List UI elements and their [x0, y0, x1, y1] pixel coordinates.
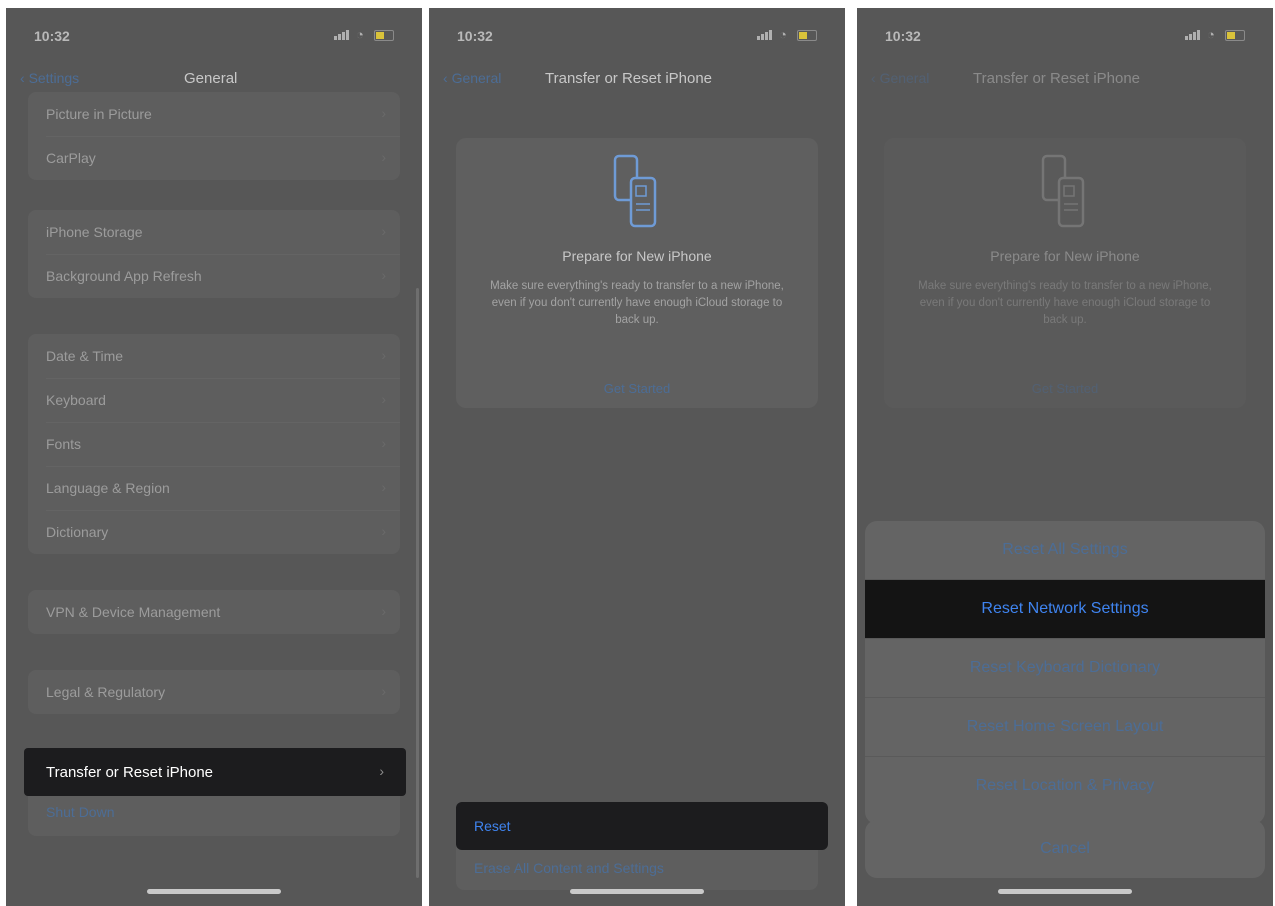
list-item[interactable]: CarPlay ›	[28, 136, 400, 180]
phones-transfer-icon	[613, 154, 657, 228]
settings-group: Legal & Regulatory ›	[28, 670, 400, 714]
phone-screen-general: 10:32 ◔ ‹ Settings General Picture in Pi…	[6, 8, 422, 906]
battery-icon	[1225, 30, 1245, 41]
chevron-right-icon: ›	[381, 105, 386, 121]
get-started-link[interactable]: Get Started	[884, 381, 1246, 396]
get-started-link[interactable]: Get Started	[456, 381, 818, 396]
home-indicator	[998, 889, 1132, 894]
status-time: 10:32	[457, 28, 493, 44]
chevron-right-icon: ›	[381, 149, 386, 165]
phones-transfer-icon	[1041, 154, 1085, 228]
back-button[interactable]: ‹ General	[443, 70, 501, 86]
phone-screen-transfer-reset: 10:32 ◔ ‹ General Transfer or Reset iPho…	[429, 8, 845, 906]
wifi-icon: ◔	[356, 27, 364, 42]
status-icons: ◔	[1185, 28, 1249, 42]
list-item[interactable]: iPhone Storage ›	[28, 210, 400, 254]
list-item[interactable]: Fonts ›	[28, 422, 400, 466]
home-indicator	[570, 889, 704, 894]
list-item[interactable]: VPN & Device Management ›	[28, 590, 400, 634]
prepare-card: Prepare for New iPhone Make sure everyth…	[884, 138, 1246, 408]
reset-action-sheet: Reset All Settings Reset Network Setting…	[865, 521, 1265, 824]
settings-group: VPN & Device Management ›	[28, 590, 400, 634]
shut-down-button[interactable]: Shut Down	[28, 792, 400, 836]
chevron-right-icon: ›	[381, 347, 386, 363]
chevron-right-icon: ›	[381, 435, 386, 451]
prepare-card: Prepare for New iPhone Make sure everyth…	[456, 138, 818, 408]
chevron-right-icon: ›	[379, 763, 384, 779]
list-item[interactable]: Keyboard ›	[28, 378, 400, 422]
list-item[interactable]: Legal & Regulatory ›	[28, 670, 400, 714]
battery-icon	[797, 30, 817, 41]
reset-location-privacy-option[interactable]: Reset Location & Privacy	[865, 756, 1265, 815]
card-description: Make sure everything's ready to transfer…	[918, 280, 1212, 326]
chevron-right-icon: ›	[381, 683, 386, 699]
status-time: 10:32	[34, 28, 70, 44]
erase-all-button[interactable]: Erase All Content and Settings	[456, 848, 818, 892]
settings-group: Date & Time › Keyboard › Fonts › Language &…	[28, 334, 400, 554]
reset-network-settings-option[interactable]: Reset Network Settings	[865, 579, 1265, 638]
status-time: 10:32	[885, 28, 921, 44]
page-title: Transfer or Reset iPhone	[973, 70, 1141, 87]
chevron-right-icon: ›	[381, 523, 386, 539]
reset-keyboard-dictionary-option[interactable]: Reset Keyboard Dictionary	[865, 638, 1265, 697]
list-item[interactable]: Date & Time ›	[28, 334, 400, 378]
phone-screen-reset-sheet: 10:32 ◔ ‹ General Transfer or Reset iPho…	[857, 8, 1273, 906]
chevron-left-icon: ‹	[20, 70, 29, 86]
list-item[interactable]: Dictionary ›	[28, 510, 400, 554]
list-item[interactable]: Picture in Picture ›	[28, 92, 400, 136]
home-indicator	[147, 889, 281, 894]
wifi-icon: ◔	[1207, 27, 1215, 42]
reset-all-settings-option[interactable]: Reset All Settings	[865, 521, 1265, 579]
chevron-right-icon: ›	[381, 603, 386, 619]
nav-bar: ‹ General Transfer or Reset iPhone	[429, 60, 845, 100]
list-item[interactable]: Language & Region ›	[28, 466, 400, 510]
wifi-icon: ◔	[779, 27, 787, 42]
card-title: Prepare for New iPhone	[990, 248, 1140, 264]
battery-icon	[374, 30, 394, 41]
nav-bar: ‹ General Transfer or Reset iPhone	[857, 60, 1273, 100]
card-description: Make sure everything's ready to transfer…	[490, 280, 784, 326]
reset-home-screen-layout-option[interactable]: Reset Home Screen Layout	[865, 697, 1265, 756]
card-title: Prepare for New iPhone	[562, 248, 712, 264]
cancel-button[interactable]: Cancel	[865, 820, 1265, 878]
status-icons: ◔	[757, 28, 821, 42]
settings-group: iPhone Storage › Background App Refresh ›	[28, 210, 400, 298]
chevron-right-icon: ›	[381, 223, 386, 239]
list-item[interactable]: Background App Refresh ›	[28, 254, 400, 298]
reset-item[interactable]: Reset	[456, 802, 828, 850]
back-button[interactable]: ‹ Settings	[20, 70, 79, 86]
status-icons: ◔	[334, 28, 398, 42]
chevron-right-icon: ›	[381, 267, 386, 283]
chevron-left-icon: ‹	[443, 70, 452, 86]
back-button[interactable]: ‹ General	[871, 70, 929, 86]
settings-group: Picture in Picture › CarPlay ›	[28, 92, 400, 180]
chevron-left-icon: ‹	[871, 70, 880, 86]
chevron-right-icon: ›	[381, 391, 386, 407]
chevron-right-icon: ›	[381, 479, 386, 495]
page-title: General	[184, 70, 238, 87]
scrollbar[interactable]	[416, 288, 419, 878]
page-title: Transfer or Reset iPhone	[545, 70, 713, 87]
transfer-reset-item[interactable]: Transfer or Reset iPhone ›	[24, 748, 406, 796]
